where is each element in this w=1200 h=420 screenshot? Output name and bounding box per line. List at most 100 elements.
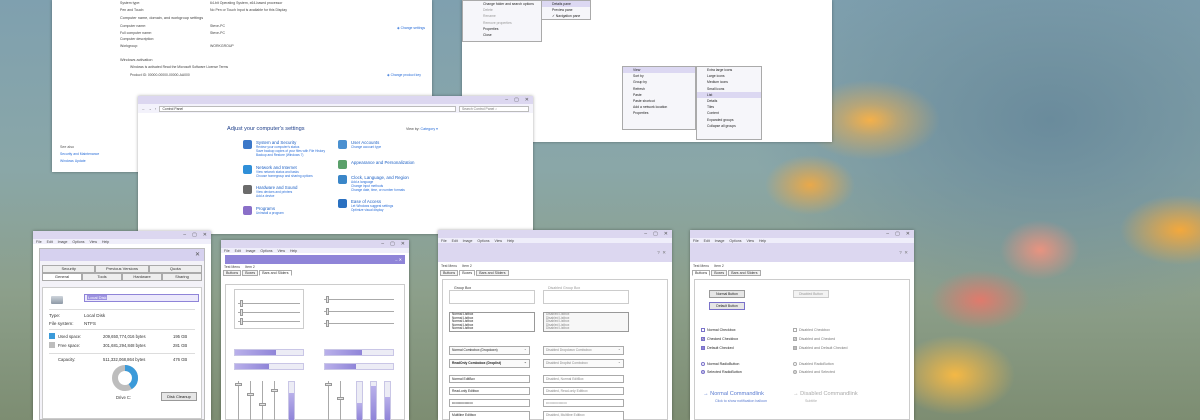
normal-radiobutton[interactable]: Normal RadioButton xyxy=(701,362,739,367)
view-menu-item[interactable]: Collapse all groups xyxy=(697,123,761,129)
readonly-combobox[interactable]: ReadOnly Combobox (Droplist) xyxy=(449,359,530,368)
menubar-item[interactable]: Edit xyxy=(235,249,241,253)
menubar-item[interactable]: Test Menu xyxy=(224,265,240,269)
minimize-icon[interactable]: – xyxy=(505,97,508,103)
menubar-item[interactable]: File xyxy=(441,239,447,243)
tab-bars-and-sliders[interactable]: Bars and Sliders xyxy=(476,270,509,276)
close-icon[interactable]: ✕ xyxy=(195,252,200,258)
category-link[interactable]: Optimize visual display xyxy=(351,208,393,212)
password-box[interactable]: •••••••••••••••••• xyxy=(449,399,530,407)
minimize-icon[interactable]: – xyxy=(644,231,647,237)
change-settings-link[interactable]: ◈ Change settings xyxy=(397,26,425,30)
readonly-editbox[interactable]: Read-only Editbox xyxy=(449,387,530,395)
tab-boxes[interactable]: Boxes xyxy=(711,270,728,276)
tab-quota[interactable]: Quota xyxy=(148,265,202,273)
minimize-icon[interactable]: – xyxy=(395,257,397,262)
category-link[interactable]: Choose homegroup and sharing options xyxy=(256,174,313,178)
menubar-item[interactable]: Help xyxy=(507,239,514,243)
menubar-item[interactable]: View xyxy=(277,249,285,253)
maximize-icon[interactable]: ▢ xyxy=(514,97,519,103)
menubar-item[interactable]: Test Menu xyxy=(441,264,457,268)
list-item[interactable]: Normal Listbox xyxy=(452,327,534,331)
menubar-item[interactable]: Item 2 xyxy=(245,265,255,269)
vertical-slider[interactable] xyxy=(247,381,254,420)
tab-buttons[interactable]: Buttons xyxy=(440,270,459,276)
vertical-slider[interactable] xyxy=(259,381,266,420)
normal-button[interactable]: Normal Button xyxy=(709,290,745,298)
multiline-editbox[interactable]: Multiline Editbox xyxy=(449,411,530,420)
tab-general[interactable]: General xyxy=(42,273,82,281)
activation-status[interactable]: Windows is activated Read the Microsoft … xyxy=(130,65,228,69)
search-input[interactable]: Search Control Panel ⌕ xyxy=(459,105,529,112)
minimize-icon[interactable]: – xyxy=(381,241,384,247)
category-appearance-and-personalization[interactable]: Appearance and Personalization xyxy=(338,160,414,169)
category-title[interactable]: Appearance and Personalization xyxy=(351,160,414,165)
menubar-item[interactable]: Options xyxy=(72,240,84,244)
vertical-slider[interactable] xyxy=(235,381,242,420)
address-input[interactable]: Control Panel xyxy=(159,105,456,112)
category-network-and-internet[interactable]: Network and Internet View network status … xyxy=(243,165,313,178)
close-icon[interactable]: ✕ xyxy=(904,250,908,255)
menubar-item[interactable]: File xyxy=(693,239,699,243)
category-link[interactable]: Add a device xyxy=(256,194,298,198)
close-icon[interactable]: ✕ xyxy=(203,232,207,238)
category-hardware-and-sound[interactable]: Hardware and Sound View devices and print… xyxy=(243,185,298,198)
category-clock-language-and-region[interactable]: Clock, Language, and Region Add a languag… xyxy=(338,175,409,192)
tab-bars-and-sliders[interactable]: Bars and Sliders xyxy=(259,270,292,276)
tab-tools[interactable]: Tools xyxy=(82,273,122,281)
close-icon[interactable]: ✕ xyxy=(664,231,668,237)
menubar-item[interactable]: Edit xyxy=(452,239,458,243)
help-icon[interactable]: ? xyxy=(657,250,660,255)
view-by-control[interactable]: View by: Category ▾ xyxy=(406,127,438,131)
tab-buttons[interactable]: Buttons xyxy=(692,270,711,276)
close-icon[interactable]: ✕ xyxy=(525,97,529,103)
slider[interactable] xyxy=(238,318,300,325)
category-link[interactable]: Uninstall a program xyxy=(256,211,284,215)
back-icon[interactable]: ← xyxy=(142,107,145,111)
tab-previous-versions[interactable]: Previous Versions xyxy=(95,265,149,273)
category-system-and-security[interactable]: System and Security Review your computer'… xyxy=(243,140,325,157)
menubar-item[interactable]: Item 2 xyxy=(714,264,724,268)
menubar-item[interactable]: View xyxy=(494,239,502,243)
menu-navigation-pane[interactable]: ✓ Navigation pane xyxy=(542,13,590,19)
tab-hardware[interactable]: Hardware xyxy=(122,273,162,281)
menubar-item[interactable]: Item 2 xyxy=(462,264,472,268)
menubar-item[interactable]: File xyxy=(36,240,42,244)
default-button[interactable]: Default Button xyxy=(709,302,745,310)
menubar-item[interactable]: Test Menu xyxy=(693,264,709,268)
maximize-icon[interactable]: ▢ xyxy=(390,241,395,247)
category-user-accounts[interactable]: User Accounts Change account type xyxy=(338,140,381,149)
menubar-item[interactable]: View xyxy=(89,240,97,244)
normal-editbox[interactable]: Normal EditBox xyxy=(449,375,530,383)
menubar-item[interactable]: Image xyxy=(715,239,725,243)
menubar-item[interactable]: Image xyxy=(463,239,473,243)
forward-icon[interactable]: → xyxy=(148,107,151,111)
category-link[interactable]: Change date, time, or number formats xyxy=(351,188,409,192)
close-icon[interactable]: ✕ xyxy=(401,241,405,247)
menubar-item[interactable]: Help xyxy=(290,249,297,253)
vertical-slider[interactable] xyxy=(271,381,278,420)
maximize-icon[interactable]: ▢ xyxy=(895,231,900,237)
menubar-item[interactable]: Edit xyxy=(47,240,53,244)
close-icon[interactable]: ✕ xyxy=(662,250,666,255)
menubar-item[interactable]: Image xyxy=(58,240,68,244)
vertical-slider[interactable] xyxy=(337,381,344,420)
minimize-icon[interactable]: – xyxy=(886,231,889,237)
menubar-item[interactable]: File xyxy=(224,249,230,253)
category-programs[interactable]: Programs Uninstall a program xyxy=(243,206,284,215)
close-icon[interactable]: ✕ xyxy=(906,231,910,237)
close-icon[interactable]: ✕ xyxy=(399,257,402,262)
slider[interactable] xyxy=(238,300,300,307)
tab-boxes[interactable]: Boxes xyxy=(459,270,476,276)
selected-radiobutton[interactable]: Selected RadioButton xyxy=(701,370,742,375)
menubar-item[interactable]: Options xyxy=(729,239,741,243)
tab-bars-and-sliders[interactable]: Bars and Sliders xyxy=(728,270,761,276)
drive-name-input[interactable]: Local Disk xyxy=(84,294,199,302)
normal-combobox[interactable]: Normal Combobox (Dropdown) xyxy=(449,346,530,355)
tab-security[interactable]: Security xyxy=(42,265,96,273)
menubar-item[interactable]: Help xyxy=(102,240,109,244)
up-icon[interactable]: ↑ xyxy=(155,107,157,111)
slider[interactable] xyxy=(324,308,394,315)
see-also-link-update[interactable]: Windows Update xyxy=(60,159,86,163)
see-also-link-security[interactable]: Security and Maintenance xyxy=(60,152,99,156)
